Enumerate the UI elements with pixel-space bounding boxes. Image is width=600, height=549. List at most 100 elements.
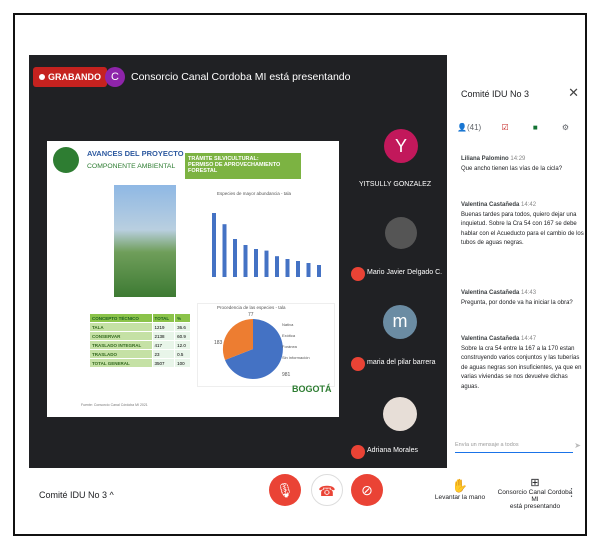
trees-photo bbox=[114, 185, 176, 297]
presenter-text: Consorcio Canal Cordoba MI está presenta… bbox=[131, 71, 351, 83]
mic-off-icon bbox=[351, 267, 365, 281]
hand-icon: ✋ bbox=[451, 478, 469, 493]
table-cell: 12.0 bbox=[174, 340, 191, 350]
hang-up-button[interactable]: ☎ bbox=[311, 474, 343, 506]
bar bbox=[306, 263, 311, 277]
participant-name: Adriana Morales bbox=[367, 447, 418, 454]
table-cell: 417 bbox=[151, 340, 176, 350]
avatar bbox=[383, 397, 417, 431]
table-header: % bbox=[174, 313, 191, 323]
table-cell: TRASLADO INTEGRAL bbox=[89, 340, 153, 350]
people-icon[interactable]: 👤 bbox=[457, 123, 467, 132]
table-cell: TOTAL GENERAL bbox=[89, 358, 153, 368]
bar bbox=[254, 249, 258, 277]
send-icon[interactable]: ➤ bbox=[574, 441, 581, 450]
meeting-name[interactable]: Comité IDU No 3 ^ bbox=[39, 490, 114, 500]
message-time: 14:43 bbox=[521, 290, 537, 296]
message-author: Valentina Castañeda bbox=[461, 336, 520, 342]
legend-item: Nativa bbox=[282, 322, 294, 327]
table-cell: 2138 bbox=[151, 331, 176, 341]
table-cell: TALA bbox=[89, 322, 153, 332]
more-options-icon[interactable]: ⋮ bbox=[566, 486, 577, 499]
bar bbox=[275, 256, 279, 277]
table-row: TOTAL GENERAL 3507 100 bbox=[89, 358, 191, 368]
slide-footnote: Fuente: Consorcio Canal Córdoba MI 2021 bbox=[81, 403, 148, 407]
table-row: TALA 1219 36.6 bbox=[89, 322, 191, 332]
participant-name: YITSULLY GONZALEZ bbox=[359, 181, 432, 188]
participant-count: (41) bbox=[466, 123, 482, 132]
table-row: TRASLADO INTEGRAL 417 12.0 bbox=[89, 340, 191, 350]
table-cell: 60.9 bbox=[174, 331, 191, 341]
presenter-avatar: C bbox=[105, 67, 125, 87]
bar bbox=[285, 259, 290, 277]
chat-panel: Comité IDU No 3 ✕ 👤(41) ☑ ■ ⚙ Liliana Pa… bbox=[447, 55, 585, 468]
shared-slide: AVANCES DEL PROYECTO COMPONENTE AMBIENTA… bbox=[47, 141, 339, 417]
raise-hand-button[interactable]: ✋ Levantar la mano bbox=[430, 478, 490, 501]
slide-subtitle: COMPONENTE AMBIENTAL bbox=[87, 163, 176, 170]
tramite-line2: PERMISO DE APROVECHAMIENTO FORESTAL bbox=[188, 162, 281, 174]
mic-off-icon bbox=[351, 357, 365, 371]
chat-message: Valentina Castañeda 14:43 Pregunta, por … bbox=[461, 289, 585, 308]
table-row: TRASLADO 23 0.5 bbox=[89, 349, 191, 359]
table-cell: CONSERVAR bbox=[89, 331, 153, 341]
chat-message: Liliana Palomino 14:29 Que ancho tienen … bbox=[461, 155, 585, 174]
concept-table: CONCEPTO TÉCNICO TOTAL % TALA 1219 36.6 CO… bbox=[89, 313, 191, 368]
meeting-name-label: Comité IDU No 3 bbox=[39, 490, 108, 500]
avatar: Y bbox=[384, 129, 418, 163]
pie-legend: Nativa Exótica Foránea Sin información bbox=[282, 319, 310, 363]
activities-icon[interactable]: ☑ bbox=[501, 123, 508, 132]
table-row: CONSERVAR 2138 60.9 bbox=[89, 331, 191, 341]
pie-chart-title: Procedencia de las especies - tala bbox=[217, 305, 286, 310]
recording-label: GRABANDO bbox=[48, 72, 101, 82]
table-cell: 3507 bbox=[151, 358, 176, 368]
mic-toggle-button[interactable]: 🎙 bbox=[269, 474, 301, 506]
chevron-up-icon: ^ bbox=[109, 490, 114, 500]
chat-icon[interactable]: ■ bbox=[533, 123, 538, 132]
bogota-logo: BOGOTÁ bbox=[292, 384, 332, 394]
table-cell: 23 bbox=[151, 349, 176, 359]
participant-name: Mario Javier Delgado C. bbox=[367, 269, 443, 276]
presenting-indicator[interactable]: ⊞ Consorcio Canal Cordoba MI está presen… bbox=[495, 476, 575, 510]
table-header-row: CONCEPTO TÉCNICO TOTAL % bbox=[89, 313, 191, 323]
chat-panel-title: Comité IDU No 3 bbox=[461, 89, 530, 99]
table-cell: 100 bbox=[174, 358, 191, 368]
slide-title: AVANCES DEL PROYECTO bbox=[87, 149, 184, 158]
pie-chart-box: 77 183 981 bbox=[197, 303, 335, 387]
avatar bbox=[385, 217, 417, 249]
top-bar: GRABANDO C Consorcio Canal Cordoba MI es… bbox=[29, 55, 449, 103]
message-author: Valentina Castañeda bbox=[461, 290, 520, 296]
raise-hand-label: Levantar la mano bbox=[434, 494, 486, 501]
participant-name: maria del pilar barrera bbox=[367, 359, 436, 366]
message-author: Liliana Palomino bbox=[461, 156, 509, 162]
message-text: Sobre la cra 54 entre la 167 a la 170 es… bbox=[461, 345, 582, 390]
panel-tabs: 👤(41) ☑ ■ ⚙ bbox=[457, 123, 577, 137]
message-author: Valentina Castañeda bbox=[461, 202, 520, 208]
bar bbox=[212, 213, 216, 277]
pie-label-a: 77 bbox=[248, 312, 254, 318]
chat-input[interactable]: Envía un mensaje a todos bbox=[455, 439, 573, 453]
tools-icon[interactable]: ⚙ bbox=[562, 123, 569, 132]
chat-message: Valentina Castañeda 14:42 Buenas tardes … bbox=[461, 201, 585, 249]
bottom-bar: Comité IDU No 3 ^ 🎙 ☎ ⊘ ✋ Levantar la ma… bbox=[15, 468, 585, 534]
table-cell: 36.6 bbox=[174, 322, 191, 332]
message-time: 14:42 bbox=[521, 202, 537, 208]
bar-chart bbox=[212, 213, 321, 277]
slide-bullet-icon bbox=[53, 147, 79, 173]
table-header: CONCEPTO TÉCNICO bbox=[89, 313, 153, 323]
bar bbox=[233, 239, 237, 277]
chat-message: Valentina Castañeda 14:47 Sobre la cra 5… bbox=[461, 335, 585, 392]
bar bbox=[317, 265, 321, 277]
screenshot-frame: GRABANDO C Consorcio Canal Cordoba MI es… bbox=[13, 13, 587, 536]
avatar: m bbox=[383, 305, 417, 339]
message-text: Buenas tardes para todos, quiero dejar u… bbox=[461, 211, 584, 247]
mic-off-icon bbox=[351, 445, 365, 459]
pie-chart: 77 183 981 bbox=[214, 312, 291, 379]
close-icon[interactable]: ✕ bbox=[568, 85, 579, 101]
bar bbox=[296, 261, 300, 277]
message-time: 14:29 bbox=[510, 156, 526, 162]
legend-item: Foránea bbox=[282, 344, 297, 349]
recording-badge: GRABANDO bbox=[33, 67, 107, 87]
message-time: 14:47 bbox=[521, 336, 537, 342]
legend-item: Exótica bbox=[282, 333, 296, 338]
camera-toggle-button[interactable]: ⊘ bbox=[351, 474, 383, 506]
